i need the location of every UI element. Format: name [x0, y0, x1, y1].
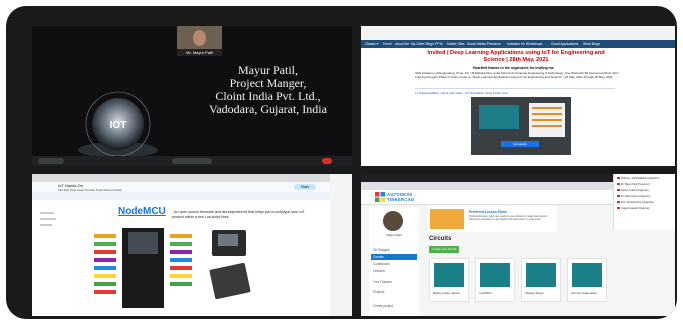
- simulation-embed[interactable]: Simulation: [471, 97, 571, 155]
- nav-item[interactable]: Invitation for Workshops: [507, 40, 542, 48]
- lesson-banner[interactable]: Preferred Lesson Plans Preferred lesson …: [427, 206, 557, 232]
- nav-item[interactable]: Classic ▾: [365, 40, 378, 48]
- circuit-name: Mighty Luluko-Jasson: [433, 291, 461, 295]
- sidebar-item-projects[interactable]: Projects: [371, 289, 417, 295]
- post-body: SKN Academy of Engineering, Pune, AC, I.…: [415, 71, 619, 79]
- user-name: Mayur Patil: [386, 233, 402, 237]
- browser-tabs: [32, 174, 352, 182]
- nav-item[interactable]: Cloud Applications: [551, 40, 578, 48]
- participants-panel: Abhinav - AlahiAddBank (Organizer) Mr. M…: [613, 174, 675, 230]
- doc-toolbar: [32, 192, 352, 200]
- nodemcu-doc-pane: IoT Hands-On File Edit View Insert Forma…: [32, 174, 352, 316]
- nav-item[interactable]: Social Media Presence: [467, 40, 501, 48]
- circuit-card[interactable]: Glorious Gage-Gaiel: [567, 258, 607, 302]
- participant: Prof. Shubha Kane (Organizer): [617, 201, 654, 204]
- doc-subtitle: - An open source firmware and developmen…: [172, 210, 305, 219]
- doc-menus[interactable]: File Edit View Insert Format Tools Add-o…: [58, 188, 121, 192]
- nav-item[interactable]: Home: [383, 40, 392, 48]
- sidebar-item-classes[interactable]: Your Classes: [371, 279, 417, 285]
- slide-text: Mayur Patil, Project Manger, Cloint Indi…: [198, 64, 338, 116]
- sidebar-item-create-project[interactable]: Create project: [371, 303, 417, 309]
- circuit-name: Glorious Gage-Gaiel: [571, 291, 597, 295]
- call-controls-bar: [32, 156, 352, 166]
- section-title: Circuits: [429, 236, 452, 242]
- sidebar-item-codeblocks[interactable]: Codeblocks: [371, 261, 417, 267]
- circuit-thumbnail: [480, 263, 510, 287]
- banner-title: Preferred Lesson Plans: [469, 210, 507, 214]
- participant: Dr. Neha Gupta (Organizer): [617, 195, 650, 198]
- code-panel: [529, 103, 565, 137]
- circuit-card[interactable]: Swanky Sango: [521, 258, 561, 302]
- participant: Yogesh Gawad (Organizer): [617, 207, 650, 210]
- doc-heading: NodeMCU: [118, 206, 166, 217]
- nodemcu-pinout-diagram: [94, 228, 251, 308]
- create-circuit-button[interactable]: Create new Circuit: [429, 246, 459, 253]
- tinkercad-logo-icon[interactable]: [375, 192, 385, 202]
- nav-item[interactable]: Word Blogs: [583, 40, 600, 48]
- participant: Mr. Mayur Patil (Presenter): [617, 183, 650, 186]
- nav-item[interactable]: Mobile Tabs: [447, 40, 465, 48]
- slide-line: Vadodara, Gujarat, India: [209, 102, 327, 116]
- tinkercad-link[interactable]: 1) Tinkercad Blink, check and make - IoT…: [415, 91, 508, 95]
- orb-label: IOT: [110, 120, 127, 131]
- participant: Abhinav - AlahiAddBank (Organizer): [617, 177, 659, 180]
- nav-item[interactable]: About Me: [395, 40, 409, 48]
- sidebar-item-circuits[interactable]: Circuits: [371, 254, 417, 260]
- arduino-board: [479, 105, 519, 129]
- participant: Sachin Kedari (Organizer): [617, 189, 649, 192]
- invite-blog-pane: Classic ▾ Home About Me My Other Blogs P…: [361, 26, 675, 166]
- blog-nav: Classic ▾ Home About Me My Other Blogs P…: [361, 40, 675, 48]
- sidebar-item-3d-designs[interactable]: 3D Designs: [371, 247, 417, 253]
- doc-outline: [38, 208, 60, 248]
- leave-call-button[interactable]: [322, 158, 332, 164]
- tinkercad-pane: AUTODESK TINKERCAD Mayur Patil 3D Design…: [361, 174, 675, 316]
- share-button[interactable]: Share: [294, 184, 316, 190]
- circuit-name: Swanky Sango: [525, 291, 544, 295]
- circuit-thumbnail: [572, 263, 602, 287]
- brand-line: TINKERCAD: [387, 196, 415, 202]
- presenter-face: [193, 30, 206, 46]
- banner-thumbnail: [430, 209, 464, 229]
- avatar[interactable]: [383, 211, 403, 231]
- sidebar-item-lessons[interactable]: Lessons: [371, 268, 417, 274]
- thanks-line: Heartfelt thanks to the organizers for i…: [473, 66, 554, 70]
- post-title: Invited | Deep Learning Applications usi…: [427, 50, 605, 63]
- presenter-thumbnail[interactable]: Mr. Mayur Patil: [177, 26, 222, 56]
- nav-item[interactable]: My Other Blogs: [411, 40, 434, 48]
- circuit-thumbnail: [526, 263, 556, 287]
- circuit-card[interactable]: Mighty Luluko-Jasson: [429, 258, 469, 302]
- banner-text: Preferred lesson plans are ready to use …: [469, 215, 548, 222]
- screenshot-collage: Mr. Mayur Patil IOT Mayur Patil, Project…: [6, 6, 677, 319]
- meet-side-panel: [330, 174, 352, 316]
- nav-item[interactable]: PPTs: [435, 40, 443, 48]
- iot-orb-graphic: IOT: [78, 91, 158, 158]
- divider: [415, 88, 615, 89]
- tinkercad-brand: AUTODESK TINKERCAD: [387, 192, 415, 202]
- meeting-tab[interactable]: [38, 158, 64, 164]
- circuit-card[interactable]: Cool Blinit: [475, 258, 515, 302]
- video-call-pane: Mr. Mayur Patil IOT Mayur Patil, Project…: [32, 26, 352, 166]
- tinkercad-sidebar: Mayur Patil 3D Designs Circuits Codebloc…: [369, 207, 419, 316]
- presenter-name: Mr. Mayur Patil: [177, 49, 222, 56]
- presenting-chip[interactable]: [172, 158, 212, 164]
- simulation-button[interactable]: Simulation: [501, 141, 539, 147]
- circuit-name: Cool Blinit: [479, 291, 492, 295]
- browser-bar: [361, 26, 675, 40]
- circuit-thumbnail: [434, 263, 464, 287]
